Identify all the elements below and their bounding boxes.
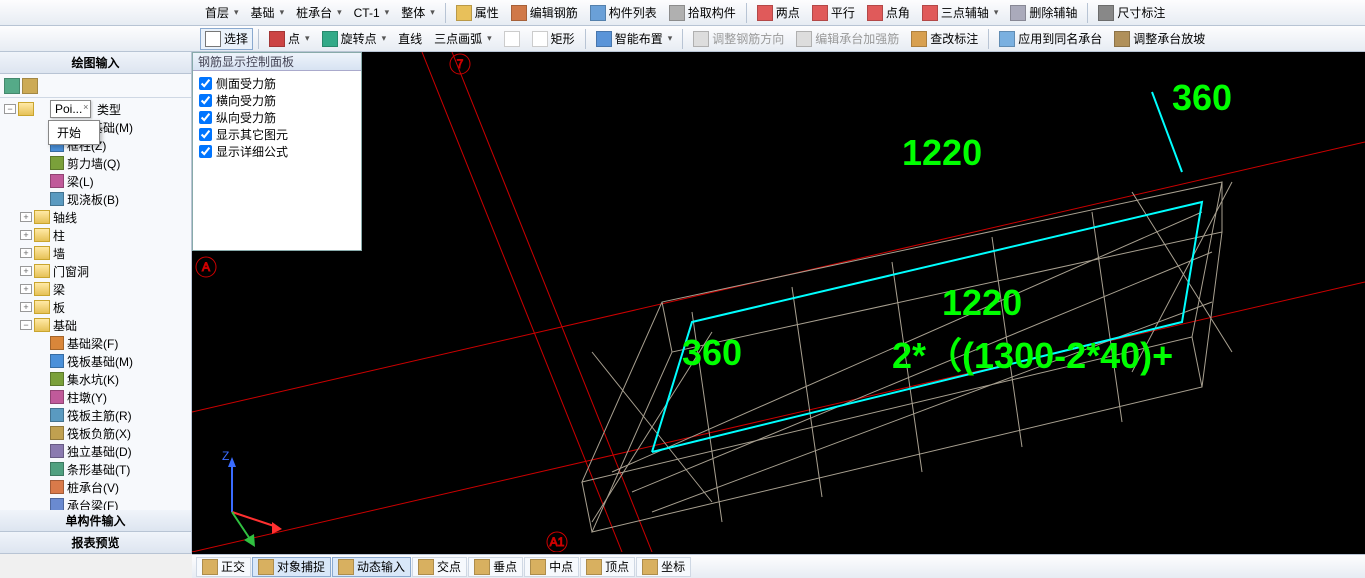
btn-edit-reinf[interactable]: 编辑承台加强筋 bbox=[791, 28, 904, 50]
close-icon[interactable]: × bbox=[83, 102, 88, 112]
combo-base[interactable]: 基础 bbox=[246, 2, 290, 24]
svg-text:7: 7 bbox=[457, 57, 464, 71]
svg-text:A: A bbox=[202, 260, 210, 274]
tree-item[interactable]: 柱墩(Y) bbox=[0, 388, 191, 406]
tree-item[interactable]: 梁(L) bbox=[0, 172, 191, 190]
tree-item[interactable]: 集水坑(K) bbox=[0, 370, 191, 388]
tree-folder[interactable]: +柱 bbox=[0, 226, 191, 244]
anno-360-top: 360 bbox=[1172, 77, 1232, 119]
btn-ptang[interactable]: 点角 bbox=[862, 2, 915, 24]
rebar-panel-title: 钢筋显示控制面板 bbox=[193, 53, 361, 71]
folder-jichu[interactable]: −基础 bbox=[0, 316, 191, 334]
btn-pick[interactable]: 拾取构件 bbox=[664, 2, 741, 24]
tree-item[interactable]: 基础梁(F) bbox=[0, 334, 191, 352]
status-bar: 正交对象捕捉动态输入交点垂点中点顶点坐标 bbox=[192, 554, 1365, 578]
tree-item[interactable]: 条形基础(T) bbox=[0, 460, 191, 478]
btn-line[interactable]: 直线 bbox=[393, 28, 427, 50]
btn-dim[interactable]: 尺寸标注 bbox=[1093, 2, 1170, 24]
tree-item[interactable]: 筏板主筋(R) bbox=[0, 406, 191, 424]
btn-list[interactable]: 构件列表 bbox=[585, 2, 662, 24]
poi-tooltip: Poi...× bbox=[50, 100, 91, 118]
btn-del-aux[interactable]: 删除辅轴 bbox=[1005, 2, 1082, 24]
checkbox[interactable] bbox=[199, 128, 212, 141]
status-垂点[interactable]: 垂点 bbox=[468, 557, 523, 577]
btn-apply-same[interactable]: 应用到同名承台 bbox=[994, 28, 1107, 50]
btn-2pt[interactable]: 两点 bbox=[752, 2, 805, 24]
status-坐标[interactable]: 坐标 bbox=[636, 557, 691, 577]
status-动态输入[interactable]: 动态输入 bbox=[332, 557, 411, 577]
panel-footer-single[interactable]: 单构件输入 bbox=[0, 510, 191, 532]
btn-arc3[interactable]: 三点画弧 bbox=[429, 28, 497, 50]
left-panel: 绘图输入 Poi...× 开始 −类型 筏板基础(M)框柱(Z)剪力墙(Q)梁(… bbox=[0, 52, 192, 554]
start-menu[interactable]: 开始 bbox=[48, 120, 100, 145]
toolbar-row-2: 选择 点 旋转点 直线 三点画弧 矩形 智能布置 调整钢筋方向 编辑承台加强筋 … bbox=[0, 26, 1365, 52]
ctrl-option[interactable]: 显示详细公式 bbox=[199, 143, 355, 160]
anno-1220-bot: 1220 bbox=[942, 282, 1022, 324]
panel-header-draw: 绘图输入 bbox=[0, 52, 191, 74]
status-对象捕捉[interactable]: 对象捕捉 bbox=[252, 557, 331, 577]
svg-text:A1: A1 bbox=[550, 535, 565, 549]
ctrl-option[interactable]: 横向受力筋 bbox=[199, 92, 355, 109]
btn-smart[interactable]: 智能布置 bbox=[591, 28, 678, 50]
panel-footer-report[interactable]: 报表预览 bbox=[0, 532, 191, 554]
btn-select[interactable]: 选择 bbox=[200, 28, 253, 50]
combo-ct[interactable]: CT-1 bbox=[349, 2, 395, 24]
checkbox[interactable] bbox=[199, 94, 212, 107]
tree-item[interactable]: 独立基础(D) bbox=[0, 442, 191, 460]
btn-rect[interactable]: 矩形 bbox=[527, 28, 580, 50]
btn-empty1[interactable] bbox=[499, 28, 525, 50]
tree-item[interactable]: 承台梁(F) bbox=[0, 496, 191, 510]
btn-edit-rebar[interactable]: 编辑钢筋 bbox=[506, 2, 583, 24]
checkbox[interactable] bbox=[199, 111, 212, 124]
combo-all[interactable]: 整体 bbox=[396, 2, 440, 24]
tree-item[interactable]: 剪力墙(Q) bbox=[0, 154, 191, 172]
anno-360-left: 360 bbox=[682, 332, 742, 374]
btn-check-anno[interactable]: 查改标注 bbox=[906, 28, 983, 50]
tree: Poi...× 开始 −类型 筏板基础(M)框柱(Z)剪力墙(Q)梁(L)现浇板… bbox=[0, 98, 191, 510]
btn-point[interactable]: 点 bbox=[264, 28, 315, 50]
tree-item[interactable]: 现浇板(B) bbox=[0, 190, 191, 208]
tree-item[interactable]: 筏板负筋(X) bbox=[0, 424, 191, 442]
anno-1220-top: 1220 bbox=[902, 132, 982, 174]
tree-folder[interactable]: +轴线 bbox=[0, 208, 191, 226]
tree-folder[interactable]: +墙 bbox=[0, 244, 191, 262]
tree-folder[interactable]: +门窗洞 bbox=[0, 262, 191, 280]
btn-adjust-slope[interactable]: 调整承台放坡 bbox=[1109, 28, 1210, 50]
btn-3pt-aux[interactable]: 三点辅轴 bbox=[917, 2, 1004, 24]
checkbox[interactable] bbox=[199, 145, 212, 158]
status-交点[interactable]: 交点 bbox=[412, 557, 467, 577]
scene-svg: 7 A A1 bbox=[192, 52, 1365, 552]
ctrl-option[interactable]: 显示其它图元 bbox=[199, 126, 355, 143]
status-顶点[interactable]: 顶点 bbox=[580, 557, 635, 577]
viewport[interactable]: 钢筋显示控制面板 侧面受力筋横向受力筋纵向受力筋显示其它图元显示详细公式 7 A… bbox=[192, 52, 1365, 554]
btn-props[interactable]: 属性 bbox=[451, 2, 504, 24]
combo-layer[interactable]: 首层 bbox=[200, 2, 244, 24]
btn-rotate-pt[interactable]: 旋转点 bbox=[317, 28, 392, 50]
tree-item[interactable]: 桩承台(V) bbox=[0, 478, 191, 496]
status-正交[interactable]: 正交 bbox=[196, 557, 251, 577]
ctrl-option[interactable]: 侧面受力筋 bbox=[199, 75, 355, 92]
nav-icon-2[interactable] bbox=[22, 78, 38, 94]
btn-adjust-dir[interactable]: 调整钢筋方向 bbox=[688, 28, 789, 50]
rebar-control-panel[interactable]: 钢筋显示控制面板 侧面受力筋横向受力筋纵向受力筋显示其它图元显示详细公式 bbox=[192, 52, 362, 251]
status-中点[interactable]: 中点 bbox=[524, 557, 579, 577]
tree-item[interactable]: 筏板基础(M) bbox=[0, 352, 191, 370]
icon-strip bbox=[0, 74, 191, 98]
anno-formula: 2*（(1300-2*40)+ bbox=[892, 327, 1173, 379]
svg-text:Z: Z bbox=[222, 449, 229, 463]
tree-root[interactable]: −类型 bbox=[0, 100, 191, 118]
btn-parallel[interactable]: 平行 bbox=[807, 2, 860, 24]
ctrl-option[interactable]: 纵向受力筋 bbox=[199, 109, 355, 126]
tree-folder[interactable]: +板 bbox=[0, 298, 191, 316]
combo-pile[interactable]: 桩承台 bbox=[291, 2, 347, 24]
checkbox[interactable] bbox=[199, 77, 212, 90]
nav-icon-1[interactable] bbox=[4, 78, 20, 94]
tree-folder[interactable]: +梁 bbox=[0, 280, 191, 298]
toolbar-row-1: 首层 基础 桩承台 CT-1 整体 属性 编辑钢筋 构件列表 拾取构件 两点 平… bbox=[0, 0, 1365, 26]
